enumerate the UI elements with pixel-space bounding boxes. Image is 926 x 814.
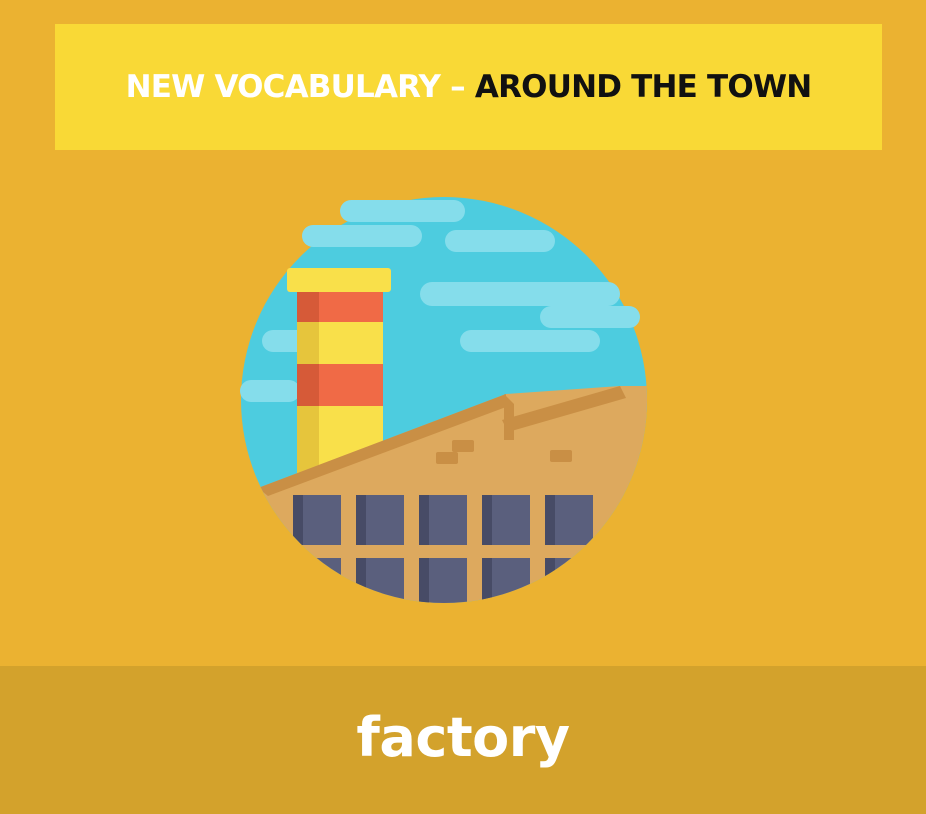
factory-icon — [240, 197, 647, 603]
title-suffix: AROUND THE TOWN — [474, 69, 812, 105]
page-title: NEW VOCABULARY – AROUND THE TOWN — [125, 69, 813, 105]
vocabulary-word: factory — [356, 705, 570, 769]
word-band: factory — [0, 666, 926, 814]
title-separator: – — [440, 69, 475, 105]
title-prefix: NEW VOCABULARY — [125, 69, 441, 105]
title-banner: NEW VOCABULARY – AROUND THE TOWN — [55, 24, 882, 150]
